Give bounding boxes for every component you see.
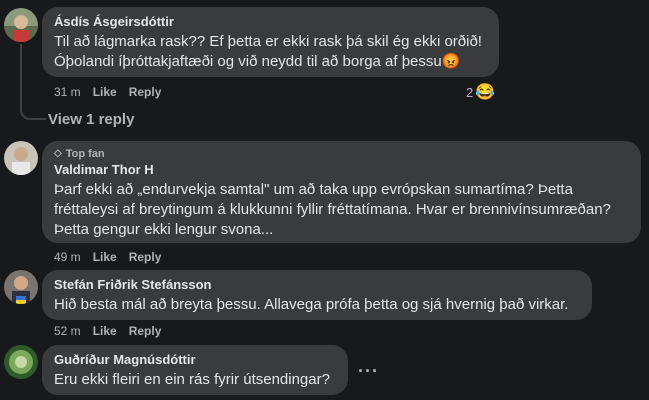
comment-bubble: Stefán Friðrik Stefánsson Hið besta mál … — [42, 270, 592, 320]
reaction-count: 2 — [466, 84, 474, 100]
comment-text: Eru ekki fleiri en ein rás fyrir útsendi… — [54, 371, 330, 388]
comment-actions: 52 m Like Reply — [54, 323, 161, 339]
comment-text: Þarf ekki að „endurvekja samtal" um að t… — [54, 181, 611, 238]
avatar[interactable] — [4, 270, 38, 304]
comment-author[interactable]: Valdimar Thor H — [54, 162, 629, 178]
like-button[interactable]: Like — [93, 84, 117, 100]
avatar[interactable] — [4, 141, 38, 175]
comment-bubble: Guðríður Magnúsdóttir Eru ekki fleiri en… — [42, 345, 348, 395]
comment-text: Hið besta mál að breyta þessu. Allavega … — [54, 296, 569, 313]
reply-button[interactable]: Reply — [129, 249, 162, 265]
comment-author[interactable]: Ásdís Ásgeirsdóttir — [54, 14, 487, 30]
angry-emoji-icon: 😡 — [441, 53, 461, 70]
comment-timestamp[interactable]: 52 m — [54, 323, 81, 339]
more-options-icon[interactable]: ··· — [358, 362, 379, 380]
comment-actions: 49 m Like Reply — [54, 249, 161, 265]
top-fan-badge: ◇ Top fan — [54, 147, 629, 161]
comment-author[interactable]: Guðríður Magnúsdóttir — [54, 352, 336, 368]
top-fan-label: Top fan — [65, 148, 105, 160]
reply-button[interactable]: Reply — [129, 84, 162, 100]
comment-bubble: Ásdís Ásgeirsdóttir Til að lágmarka rask… — [42, 7, 499, 77]
diamond-icon: ◇ — [54, 148, 62, 159]
like-button[interactable]: Like — [93, 323, 117, 339]
comment-text: Til að lágmarka rask?? Ef þetta er ekki … — [54, 33, 482, 70]
comment-timestamp[interactable]: 31 m — [54, 84, 81, 100]
comment-timestamp[interactable]: 49 m — [54, 249, 81, 265]
view-replies-link[interactable]: View 1 reply — [48, 111, 134, 129]
comment-bubble: ◇ Top fan Valdimar Thor H Þarf ekki að „… — [42, 141, 641, 243]
laughing-emoji-icon: 😂 — [475, 84, 496, 101]
like-button[interactable]: Like — [93, 249, 117, 265]
avatar[interactable] — [4, 345, 38, 379]
avatar[interactable] — [4, 8, 38, 42]
reply-button[interactable]: Reply — [129, 323, 162, 339]
comment-author[interactable]: Stefán Friðrik Stefánsson — [54, 277, 580, 293]
reaction-summary[interactable]: 2 😂 — [466, 82, 495, 102]
comment-actions: 31 m Like Reply — [54, 84, 161, 100]
